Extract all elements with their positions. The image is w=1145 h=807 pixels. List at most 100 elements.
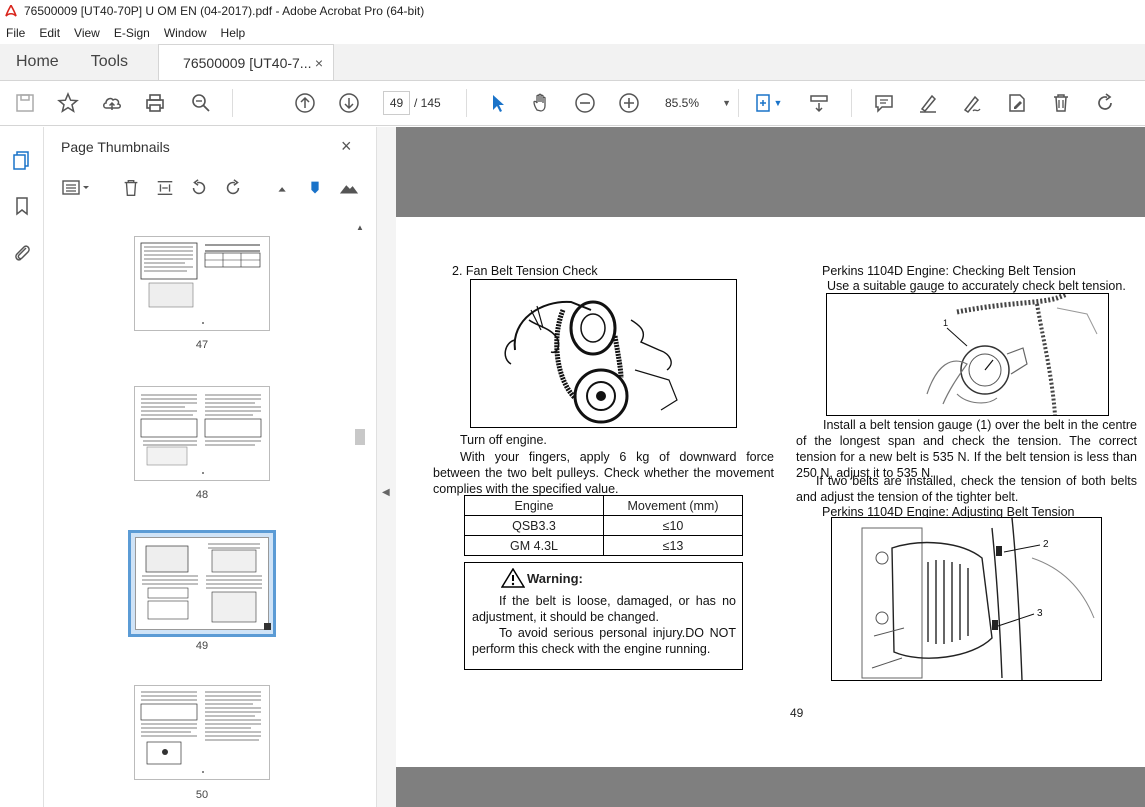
alternator-illustration: 2 3 [861, 517, 1095, 681]
thumbnail-page-50[interactable] [134, 685, 270, 780]
tab-tools[interactable]: Tools [75, 44, 144, 80]
table-row: QSB3.3 ≤10 [464, 515, 743, 536]
fan-belt-illustration [504, 300, 678, 424]
comment-icon[interactable] [872, 91, 896, 115]
zoom-level-value: 85.5% [665, 96, 700, 110]
warning-title-row: Warning: [501, 568, 583, 588]
table-header-movement: Movement (mm) [603, 495, 743, 516]
figure-callout-1: 1 [943, 318, 948, 328]
page-number: 49 [790, 706, 804, 720]
panel-title: Page Thumbnails [61, 139, 170, 155]
figure-adjusting-belt: 2 3 [831, 517, 1102, 681]
zoom-in-icon[interactable] [617, 91, 641, 115]
warning-text-loose-belt: If the belt is loose, damaged, or has no… [472, 594, 736, 624]
text-suitable-gauge: Use a suitable gauge to accurately check… [827, 279, 1126, 293]
page-number-input[interactable]: 49 [383, 91, 410, 115]
warning-title: Warning: [527, 570, 583, 586]
page-total: / 145 [414, 96, 441, 110]
table-cell: ≤10 [603, 515, 743, 536]
thumbnail-label-47: 47 [195, 339, 209, 351]
text-two-belts: If two belts are installed, check the te… [796, 474, 1137, 504]
thumbnail-page-48[interactable] [134, 386, 270, 481]
tab-bar: Home Tools 76500009 [UT40-7... × [0, 44, 1145, 81]
star-icon[interactable] [56, 91, 80, 115]
zoom-level-select[interactable]: 85.5% ▼ [665, 93, 731, 113]
scrollbar-thumb[interactable] [355, 429, 365, 445]
toolbar-separator [466, 89, 467, 117]
thumbnail-size-slider[interactable] [304, 177, 326, 199]
small-thumbnails-icon[interactable] [272, 177, 294, 199]
table-header-engine: Engine [464, 495, 604, 516]
rotate-counterclockwise-icon[interactable] [188, 177, 210, 199]
thumbnail-page-49[interactable] [128, 530, 276, 637]
sign-icon[interactable] [960, 91, 984, 115]
insert-page-icon[interactable] [154, 177, 176, 199]
zoom-out-icon[interactable] [573, 91, 597, 115]
thumbnail-label-48: 48 [195, 489, 209, 501]
step-apply-force: With your fingers, apply 6 kg of downwar… [433, 450, 774, 496]
thumbnails-panel: Page Thumbnails × ▲ 47 48 49 50 [44, 127, 376, 807]
navigation-rail [0, 127, 44, 807]
menu-edit[interactable]: Edit [39, 26, 60, 40]
attachment-icon[interactable] [9, 239, 35, 265]
thumbnail-page-47[interactable] [134, 236, 270, 331]
collapse-panel-icon[interactable]: ◀ [382, 487, 390, 498]
menu-view[interactable]: View [74, 26, 100, 40]
tab-document[interactable]: 76500009 [UT40-7... × [158, 44, 335, 80]
toolbar-separator [851, 89, 852, 117]
window-title: 76500009 [UT40-70P] U OM EN (04-2017).pd… [24, 4, 425, 18]
tab-close-icon[interactable]: × [315, 55, 323, 71]
edit-pdf-icon[interactable] [1005, 91, 1029, 115]
tab-home[interactable]: Home [0, 44, 75, 80]
rotate-clockwise-icon[interactable] [222, 177, 244, 199]
zoom-search-icon[interactable] [189, 91, 213, 115]
rotate-icon[interactable] [1093, 91, 1117, 115]
warning-box: Warning: If the belt is loose, damaged, … [464, 562, 743, 670]
save-icon[interactable] [13, 91, 37, 115]
highlight-pen-icon[interactable] [916, 91, 940, 115]
panel-toolbar [44, 173, 376, 203]
options-menu-icon[interactable] [61, 177, 93, 199]
figure-callout-3: 3 [1037, 608, 1043, 619]
table-cell: ≤13 [603, 535, 743, 556]
menu-window[interactable]: Window [164, 26, 207, 40]
panel-splitter[interactable]: ◀ [376, 127, 396, 807]
bookmark-icon[interactable] [9, 193, 35, 219]
toolbar-separator [738, 89, 739, 117]
scroll-up-icon[interactable]: ▲ [356, 223, 364, 232]
table-cell: GM 4.3L [464, 535, 604, 556]
acrobat-icon [5, 4, 17, 17]
menu-file[interactable]: File [6, 26, 25, 40]
thumbnail-resize-handle[interactable] [264, 623, 271, 630]
title-bar: 76500009 [UT40-70P] U OM EN (04-2017).pd… [0, 0, 1145, 22]
next-page-icon[interactable] [337, 91, 361, 115]
large-thumbnails-icon[interactable] [338, 177, 360, 199]
delete-icon[interactable] [1049, 91, 1073, 115]
hand-tool-icon[interactable] [529, 91, 553, 115]
thumbnail-page-49-frame [135, 537, 269, 630]
main-toolbar: 49 / 145 85.5% ▼ ▼ [0, 81, 1145, 126]
thumbnail-page-48-preview [140, 394, 262, 474]
warning-text-injury: To avoid serious personal injury.DO NOT … [472, 626, 736, 656]
scroll-mode-icon[interactable] [807, 91, 831, 115]
thumbnail-page-47-preview [140, 242, 261, 324]
upload-cloud-icon[interactable] [100, 91, 124, 115]
menu-esign[interactable]: E-Sign [114, 26, 150, 40]
select-cursor-icon[interactable] [486, 91, 510, 115]
belt-movement-table: Engine Movement (mm) QSB3.3 ≤10 GM 4.3L … [464, 495, 743, 556]
previous-page-icon[interactable] [293, 91, 317, 115]
heading-checking-belt-tension: Perkins 1104D Engine: Checking Belt Tens… [822, 264, 1076, 278]
figure-fan-belt [470, 279, 737, 428]
document-viewer[interactable]: 2. Fan Belt Tension Check Turn off engin… [396, 127, 1145, 807]
print-icon[interactable] [143, 91, 167, 115]
menu-bar: File Edit View E-Sign Window Help [0, 22, 1145, 44]
panel-close-icon[interactable]: × [341, 136, 352, 157]
menu-help[interactable]: Help [221, 26, 246, 40]
toolbar-separator [232, 89, 233, 117]
thumbnail-scrollbar[interactable]: ▲ [354, 223, 366, 807]
belt-gauge-illustration: 1 [926, 291, 1098, 416]
delete-page-icon[interactable] [120, 177, 142, 199]
table-cell: QSB3.3 [464, 515, 604, 536]
page-thumbnails-icon[interactable] [9, 147, 35, 173]
fit-dropdown-icon[interactable]: ▼ [772, 91, 784, 115]
